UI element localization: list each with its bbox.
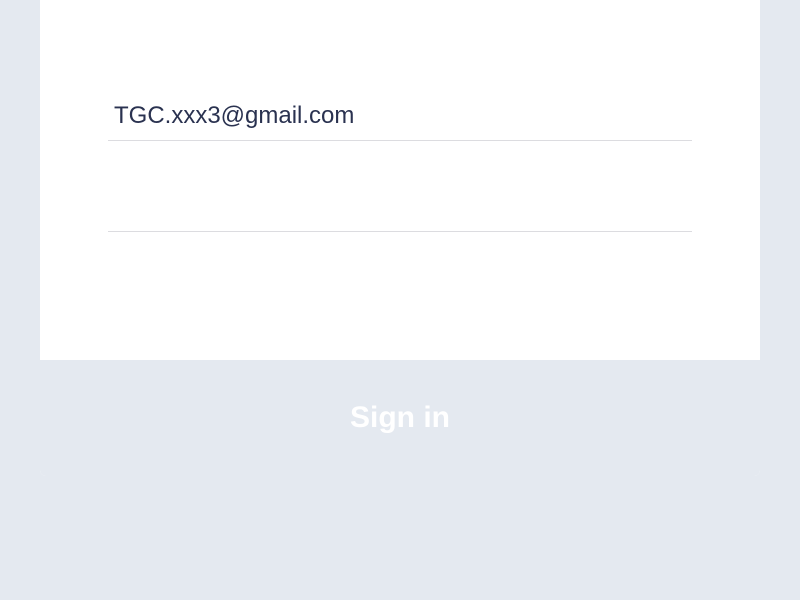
signin-button[interactable]: Sign in	[40, 360, 760, 476]
login-card: Sign in	[40, 0, 760, 476]
form-area	[40, 0, 760, 360]
email-row	[108, 88, 692, 141]
password-field[interactable]	[108, 193, 692, 221]
email-field[interactable]	[108, 102, 692, 130]
password-row	[108, 179, 692, 232]
